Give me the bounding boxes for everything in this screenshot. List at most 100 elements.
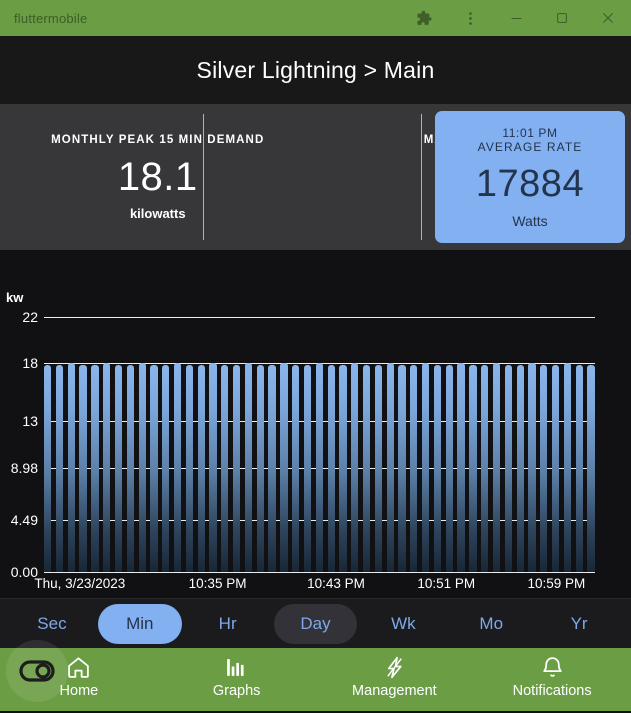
bar[interactable] bbox=[233, 364, 241, 572]
stat-label: MONTHLY PEAK 15 MIN DEMAND bbox=[51, 134, 265, 146]
bar[interactable] bbox=[433, 364, 442, 572]
bar[interactable] bbox=[398, 364, 406, 572]
bar[interactable] bbox=[551, 364, 560, 572]
bar[interactable] bbox=[221, 364, 229, 572]
bar[interactable] bbox=[268, 364, 276, 572]
bar[interactable] bbox=[126, 364, 134, 572]
period-tab-bar[interactable]: Sec Min Hr Day Wk Mo Yr bbox=[0, 598, 631, 648]
bar[interactable] bbox=[504, 364, 512, 572]
chart-panel[interactable]: kw 22 18 13 8.98 4.49 0.00 Thu, 3/23/2023 10:3… bbox=[0, 250, 631, 598]
gridline bbox=[44, 572, 595, 573]
bar[interactable] bbox=[540, 364, 548, 572]
stat-card-average-rate[interactable]: 11:01 PM AVERAGE RATE 17884 Watts bbox=[435, 111, 625, 243]
bar[interactable] bbox=[563, 363, 572, 572]
bottom-navigation[interactable]: Home Graphs Management Notifications bbox=[0, 640, 631, 711]
bell-icon bbox=[540, 654, 565, 680]
minimize-button[interactable] bbox=[493, 0, 539, 36]
x-axis-tick-label: 10:51 PM bbox=[417, 576, 476, 591]
bar[interactable] bbox=[386, 363, 394, 572]
y-axis-tick-label: 13 bbox=[22, 413, 38, 430]
period-tab-yr[interactable]: Yr bbox=[537, 604, 621, 644]
bar[interactable] bbox=[303, 364, 312, 572]
stat-value: 18.1 bbox=[117, 155, 198, 199]
bar[interactable] bbox=[185, 364, 194, 572]
stats-divider-2 bbox=[421, 114, 422, 240]
y-axis-tick-label: 22 bbox=[22, 309, 38, 325]
stat-card-monthly-peak: MONTHLY PEAK 15 MIN DEMAND 18.1 kilowatt… bbox=[0, 104, 316, 250]
bar[interactable] bbox=[339, 364, 347, 572]
bar[interactable] bbox=[351, 363, 359, 572]
nav-label: Graphs bbox=[212, 683, 261, 699]
bar[interactable] bbox=[173, 363, 182, 572]
app-root: fluttermobile Silver Lightning > Main MO… bbox=[0, 0, 631, 713]
y-axis-tick-label: 4.49 bbox=[10, 511, 38, 528]
bar[interactable] bbox=[445, 364, 453, 572]
bar[interactable] bbox=[79, 364, 87, 572]
period-tab-min[interactable]: Min bbox=[97, 603, 182, 644]
bar[interactable] bbox=[209, 363, 217, 572]
nav-item-graphs[interactable]: Graphs bbox=[158, 648, 316, 699]
period-tab-hr[interactable]: Hr bbox=[186, 604, 270, 644]
nav-item-management[interactable]: Management bbox=[316, 648, 474, 699]
x-axis-tick-label: 10:35 PM bbox=[188, 576, 247, 591]
bar[interactable] bbox=[44, 364, 52, 572]
bar[interactable] bbox=[162, 364, 170, 572]
home-icon bbox=[66, 654, 91, 680]
bar[interactable] bbox=[422, 363, 430, 572]
hamburger-icon[interactable] bbox=[0, 36, 56, 104]
bar[interactable] bbox=[575, 364, 583, 572]
bar[interactable] bbox=[362, 364, 371, 572]
y-axis-labels: 22 18 13 8.98 4.49 0.00 bbox=[0, 309, 38, 580]
bar[interactable] bbox=[315, 363, 323, 572]
bar[interactable] bbox=[469, 364, 477, 572]
accessibility-toggle-icon[interactable] bbox=[6, 640, 68, 702]
bar[interactable] bbox=[150, 364, 158, 572]
bar[interactable] bbox=[138, 363, 146, 572]
maximize-button[interactable] bbox=[539, 0, 585, 36]
bar[interactable] bbox=[256, 364, 264, 572]
nav-label: Notifications bbox=[512, 683, 592, 699]
period-tab-sec[interactable]: Sec bbox=[10, 604, 94, 644]
period-tab-day[interactable]: Day bbox=[273, 603, 358, 644]
bar[interactable] bbox=[103, 363, 111, 572]
stat-unit: kilowatts bbox=[129, 206, 186, 221]
bar[interactable] bbox=[67, 363, 75, 572]
bar[interactable] bbox=[492, 363, 501, 572]
bar[interactable] bbox=[528, 363, 536, 572]
extensions-icon[interactable] bbox=[401, 0, 447, 36]
stats-divider-1 bbox=[203, 114, 204, 240]
stat-value: 17884 bbox=[475, 162, 585, 205]
period-tab-mo[interactable]: Mo bbox=[449, 604, 533, 644]
bar[interactable] bbox=[292, 364, 300, 572]
bar-chart-icon bbox=[224, 654, 249, 680]
hamburger-bars bbox=[0, 36, 26, 104]
x-axis-tick-label: 10:59 PM bbox=[527, 576, 586, 591]
x-axis-tick-label: Thu, 3/23/2023 bbox=[34, 576, 126, 591]
bar[interactable] bbox=[55, 364, 64, 572]
bar[interactable] bbox=[374, 364, 383, 572]
more-menu-icon[interactable] bbox=[447, 0, 493, 36]
chart-plot-area[interactable] bbox=[44, 317, 595, 573]
page-title: Silver Lightning > Main bbox=[196, 56, 435, 83]
x-axis-labels: Thu, 3/23/2023 10:35 PM 10:43 PM 10:51 PM 10… bbox=[34, 576, 595, 596]
period-tab-wk[interactable]: Wk bbox=[361, 604, 445, 644]
chart-bars[interactable] bbox=[44, 317, 595, 572]
bar[interactable] bbox=[244, 363, 253, 572]
bar[interactable] bbox=[114, 364, 123, 572]
bar[interactable] bbox=[457, 363, 465, 572]
close-button[interactable] bbox=[585, 0, 631, 36]
bar[interactable] bbox=[516, 364, 524, 572]
x-axis-tick-label: 10:43 PM bbox=[307, 576, 365, 591]
bar[interactable] bbox=[587, 364, 595, 572]
bar[interactable] bbox=[197, 364, 205, 572]
bar[interactable] bbox=[91, 364, 99, 572]
bar[interactable] bbox=[481, 364, 489, 572]
bar[interactable] bbox=[280, 363, 288, 572]
bar[interactable] bbox=[410, 364, 418, 572]
stat-timestamp: 11:01 PM bbox=[502, 125, 558, 140]
y-axis-unit-label: kw bbox=[6, 290, 24, 305]
stat-label: AVERAGE RATE bbox=[477, 139, 583, 154]
nav-item-notifications[interactable]: Notifications bbox=[473, 648, 631, 699]
stat-unit: Watts bbox=[512, 212, 548, 229]
bar[interactable] bbox=[327, 364, 335, 572]
